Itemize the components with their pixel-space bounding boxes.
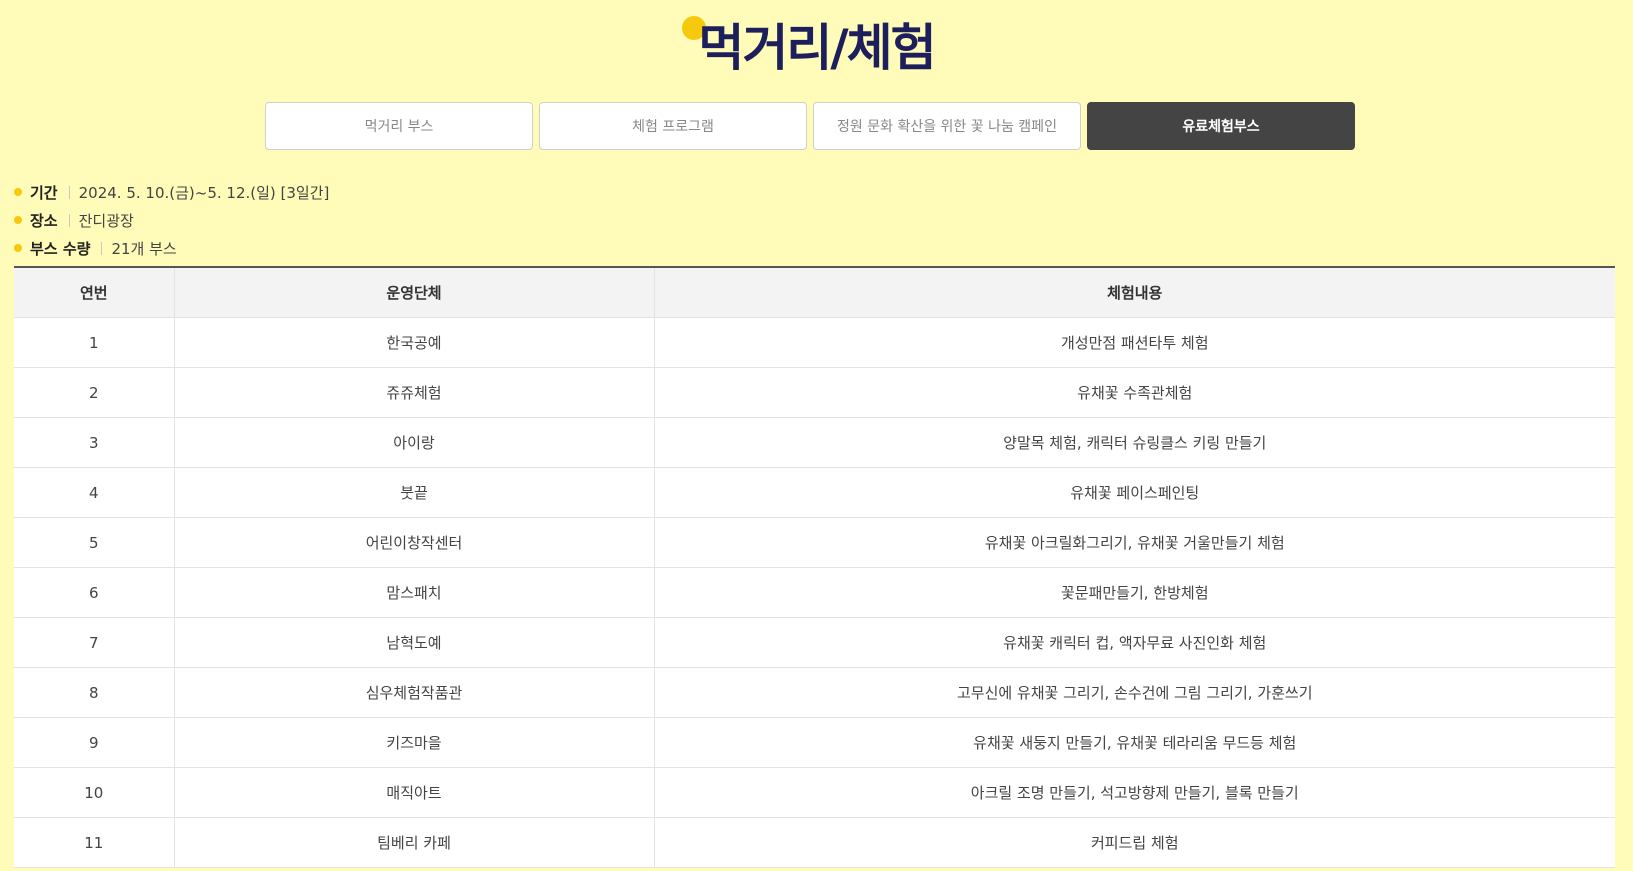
page-title-text: 먹거리/체험 bbox=[698, 19, 936, 77]
header-content: 체험내용 bbox=[654, 268, 1615, 318]
tab-flower-campaign[interactable]: 정원 문화 확산을 위한 꽃 나눔 캠페인 bbox=[813, 102, 1081, 150]
table-row: 8 심우체험작품관 고무신에 유채꽃 그리기, 손수건에 그림 그리기, 가훈쓰… bbox=[14, 667, 1615, 718]
divider bbox=[68, 185, 70, 199]
table-row: 10 매직아트 아크릴 조명 만들기, 석고방향제 만들기, 블록 만들기 bbox=[14, 767, 1615, 818]
table-header-row: 연번 운영단체 체험내용 bbox=[14, 268, 1615, 318]
divider bbox=[101, 241, 103, 255]
cell-content: 양말목 체험, 캐릭터 슈링클스 키링 만들기 bbox=[654, 417, 1615, 468]
tab-food-booth[interactable]: 먹거리 부스 bbox=[265, 102, 533, 150]
table-row: 4 붓끝 유채꽃 페이스페인팅 bbox=[14, 467, 1615, 518]
table-row: 5 어린이창작센터 유채꽃 아크릴화그리기, 유채꽃 거울만들기 체험 bbox=[14, 517, 1615, 568]
event-info: 기간 2024. 5. 10.(금)~5. 12.(일) [3일간] 장소 잔디… bbox=[14, 178, 329, 262]
table-row: 7 남혁도예 유채꽃 캐릭터 컵, 액자무료 사진인화 체험 bbox=[14, 617, 1615, 668]
cell-content: 꽃문패만들기, 한방체험 bbox=[654, 567, 1615, 618]
info-value: 21개 부스 bbox=[111, 239, 177, 258]
tab-paid-experience-booth[interactable]: 유료체험부스 bbox=[1087, 102, 1355, 150]
info-booth-count: 부스 수량 21개 부스 bbox=[14, 234, 329, 262]
tab-bar: 먹거리 부스 체험 프로그램 정원 문화 확산을 위한 꽃 나눔 캠페인 유료체… bbox=[265, 102, 1355, 150]
info-label: 부스 수량 bbox=[30, 239, 91, 258]
info-label: 기간 bbox=[30, 183, 58, 202]
info-value: 2024. 5. 10.(금)~5. 12.(일) [3일간] bbox=[78, 183, 330, 202]
tab-experience-program[interactable]: 체험 프로그램 bbox=[539, 102, 807, 150]
table-row: 2 쥬쥬체험 유채꽃 수족관체험 bbox=[14, 367, 1615, 418]
cell-organization: 키즈마을 bbox=[174, 717, 655, 768]
table-row: 9 키즈마을 유채꽃 새둥지 만들기, 유채꽃 테라리움 무드등 체험 bbox=[14, 717, 1615, 768]
cell-organization: 맘스패치 bbox=[174, 567, 655, 618]
cell-number: 9 bbox=[14, 717, 175, 768]
cell-number: 7 bbox=[14, 617, 175, 668]
booth-table-container: 연번 운영단체 체험내용 1 한국공예 개성만점 패션타투 체험 2 쥬쥬체험 … bbox=[14, 266, 1615, 868]
table-row: 1 한국공예 개성만점 패션타투 체험 bbox=[14, 317, 1615, 368]
cell-number: 5 bbox=[14, 517, 175, 568]
cell-content: 유채꽃 새둥지 만들기, 유채꽃 테라리움 무드등 체험 bbox=[654, 717, 1615, 768]
cell-number: 4 bbox=[14, 467, 175, 518]
cell-number: 3 bbox=[14, 417, 175, 468]
cell-organization: 팀베리 카페 bbox=[174, 817, 655, 868]
table-row: 11 팀베리 카페 커피드립 체험 bbox=[14, 817, 1615, 868]
title-area: 먹거리/체험 bbox=[0, 12, 1633, 84]
cell-content: 개성만점 패션타투 체험 bbox=[654, 317, 1615, 368]
cell-organization: 매직아트 bbox=[174, 767, 655, 818]
divider bbox=[68, 213, 70, 227]
header-number: 연번 bbox=[14, 268, 175, 318]
info-location: 장소 잔디광장 bbox=[14, 206, 329, 234]
bullet-icon bbox=[14, 244, 22, 252]
cell-content: 유채꽃 수족관체험 bbox=[654, 367, 1615, 418]
table-row: 3 아이랑 양말목 체험, 캐릭터 슈링클스 키링 만들기 bbox=[14, 417, 1615, 468]
cell-number: 8 bbox=[14, 667, 175, 718]
info-value: 잔디광장 bbox=[78, 211, 134, 230]
cell-number: 6 bbox=[14, 567, 175, 618]
cell-organization: 남혁도예 bbox=[174, 617, 655, 668]
cell-content: 커피드립 체험 bbox=[654, 817, 1615, 868]
cell-content: 아크릴 조명 만들기, 석고방향제 만들기, 블록 만들기 bbox=[654, 767, 1615, 818]
table-row: 6 맘스패치 꽃문패만들기, 한방체험 bbox=[14, 567, 1615, 618]
cell-number: 2 bbox=[14, 367, 175, 418]
cell-organization: 한국공예 bbox=[174, 317, 655, 368]
cell-organization: 어린이창작센터 bbox=[174, 517, 655, 568]
header-organization: 운영단체 bbox=[174, 268, 655, 318]
cell-number: 10 bbox=[14, 767, 175, 818]
cell-content: 유채꽃 캐릭터 컵, 액자무료 사진인화 체험 bbox=[654, 617, 1615, 668]
cell-organization: 쥬쥬체험 bbox=[174, 367, 655, 418]
bullet-icon bbox=[14, 216, 22, 224]
page-title: 먹거리/체험 bbox=[682, 12, 938, 84]
cell-content: 유채꽃 아크릴화그리기, 유채꽃 거울만들기 체험 bbox=[654, 517, 1615, 568]
cell-number: 1 bbox=[14, 317, 175, 368]
booth-table: 연번 운영단체 체험내용 1 한국공예 개성만점 패션타투 체험 2 쥬쥬체험 … bbox=[14, 268, 1615, 868]
cell-content: 고무신에 유채꽃 그리기, 손수건에 그림 그리기, 가훈쓰기 bbox=[654, 667, 1615, 718]
bullet-icon bbox=[14, 188, 22, 196]
cell-organization: 아이랑 bbox=[174, 417, 655, 468]
info-label: 장소 bbox=[30, 211, 58, 230]
cell-number: 11 bbox=[14, 817, 175, 868]
cell-organization: 붓끝 bbox=[174, 467, 655, 518]
cell-content: 유채꽃 페이스페인팅 bbox=[654, 467, 1615, 518]
cell-organization: 심우체험작품관 bbox=[174, 667, 655, 718]
info-period: 기간 2024. 5. 10.(금)~5. 12.(일) [3일간] bbox=[14, 178, 329, 206]
